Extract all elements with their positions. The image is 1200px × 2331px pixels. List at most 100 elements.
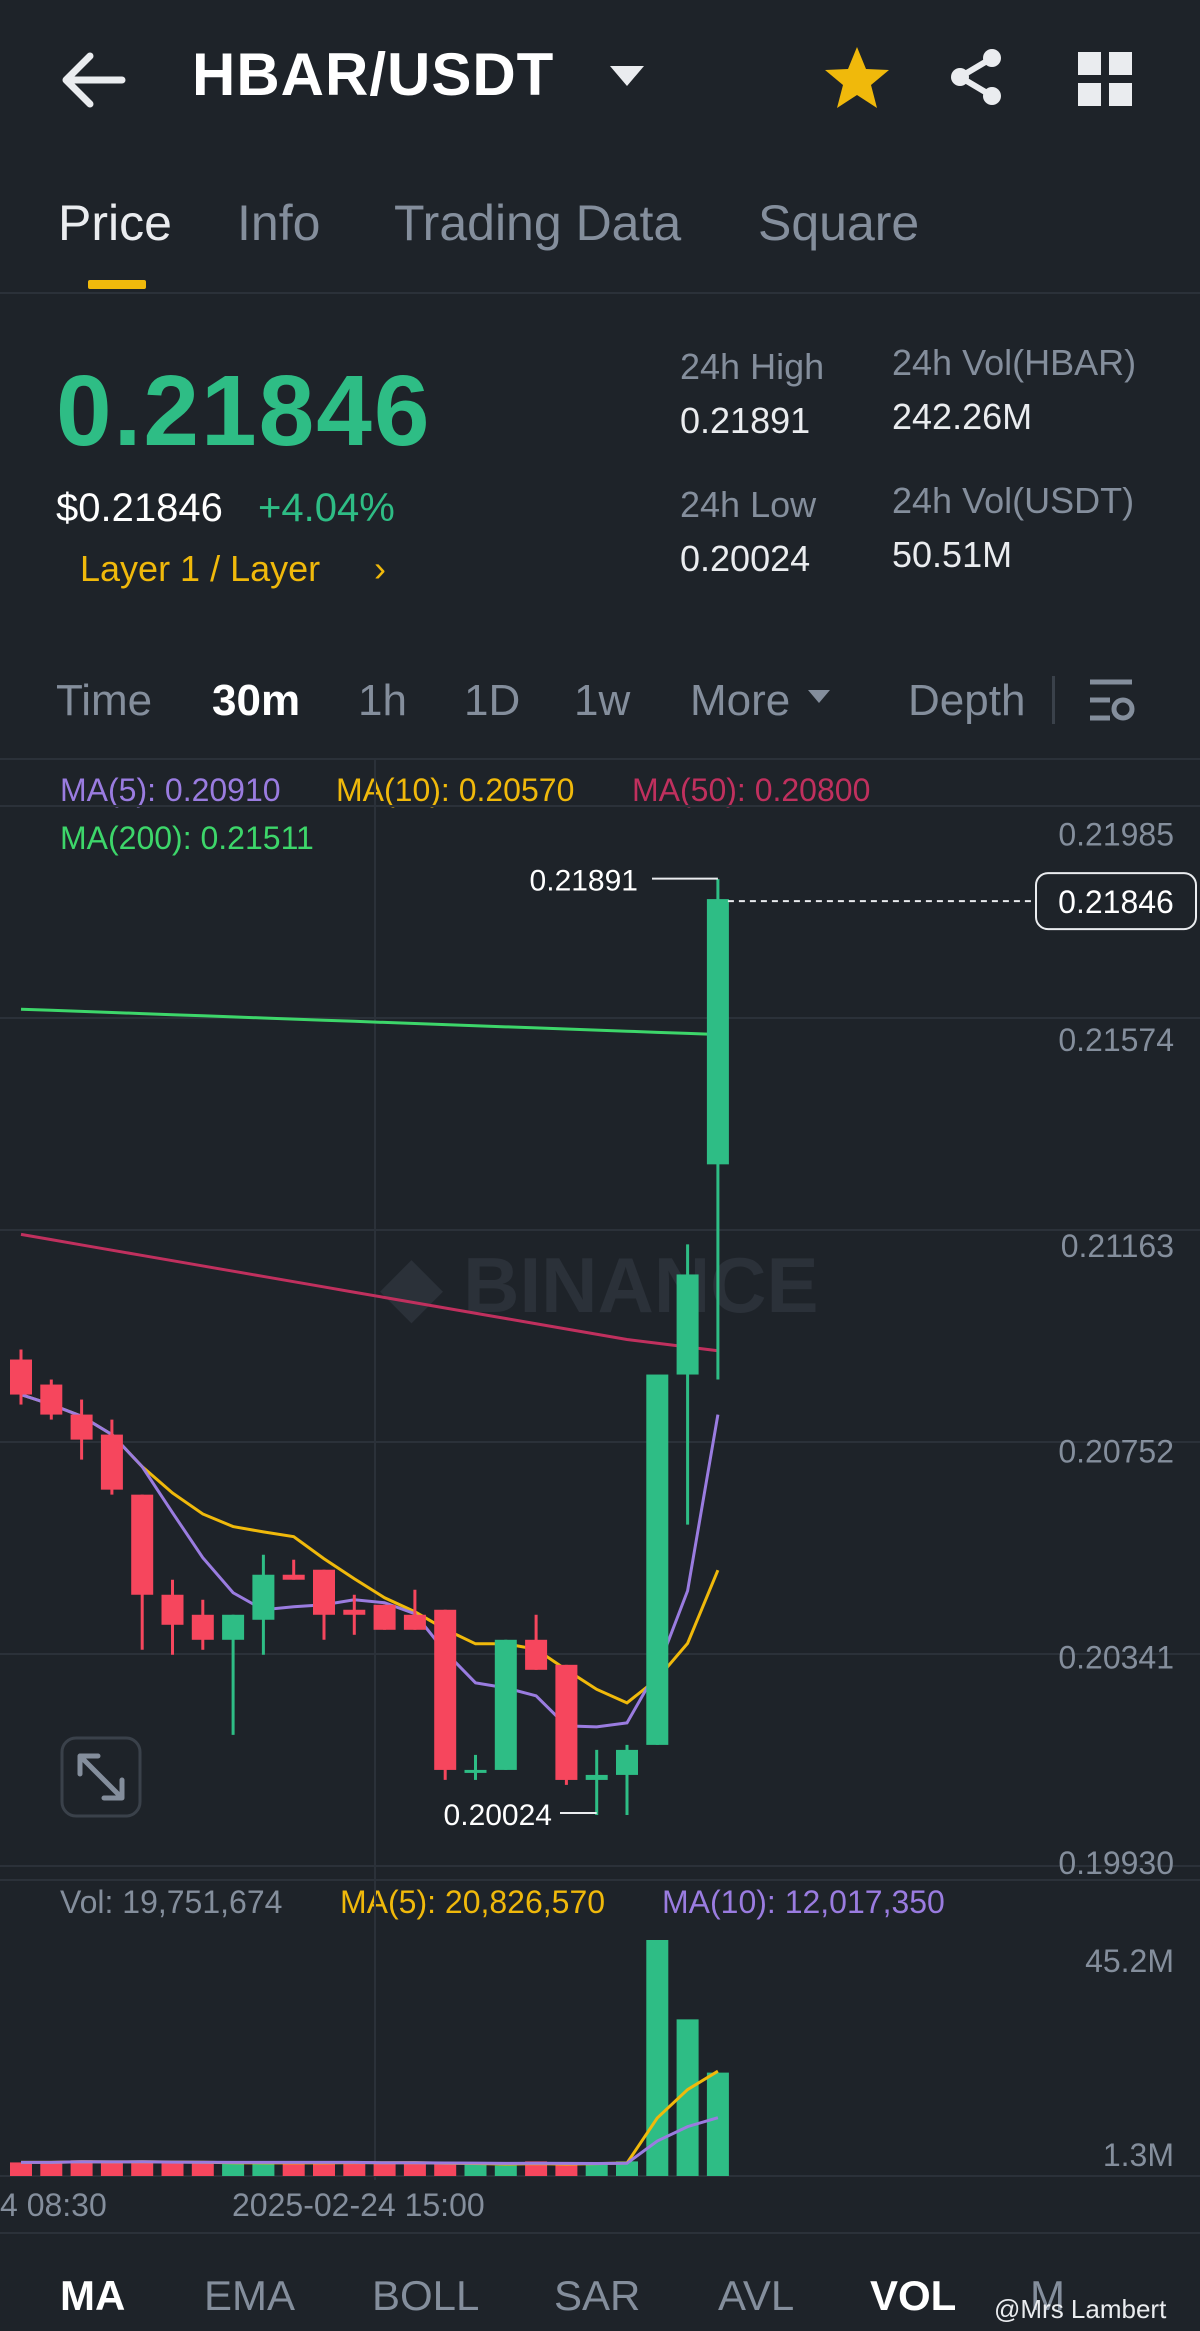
active-tab-indicator (88, 280, 146, 289)
volume-bar (100, 2162, 123, 2176)
back-arrow-icon[interactable] (60, 50, 130, 110)
volume-ma5-line (21, 2069, 719, 2166)
tab-square[interactable]: Square (758, 194, 919, 252)
stat-vol-quote-value: 50.51M (892, 534, 1013, 575)
volume-axis-label: 45.2M (1085, 1943, 1174, 1979)
share-icon[interactable] (946, 46, 1006, 108)
ma5-line (20, 1393, 720, 1729)
indicator-ema[interactable]: EMA (204, 2272, 295, 2320)
candle-body (100, 1434, 123, 1490)
volume-bar (252, 2162, 275, 2176)
stat-vol-base-value: 242.26M (892, 396, 1033, 437)
stat-high-value: 0.21891 (680, 400, 811, 441)
ma10-line (20, 1393, 720, 1705)
timeframe-more[interactable]: More (690, 676, 790, 726)
category-tag-link[interactable]: Layer 1 / Layer (80, 548, 320, 590)
indicator-sar[interactable]: SAR (554, 2272, 640, 2320)
volume-bar (464, 2164, 487, 2176)
candle-body (555, 1664, 578, 1780)
price-change-percent: +4.04% (258, 486, 395, 530)
pair-title[interactable]: HBAR/USDT (192, 40, 554, 109)
candle-body (373, 1604, 396, 1630)
stat-vol-base-label: 24h Vol(HBAR) (892, 342, 1137, 383)
toolbar-divider (1052, 676, 1055, 724)
timeframe-time[interactable]: Time (56, 676, 152, 726)
indicator-boll[interactable]: BOLL (372, 2272, 479, 2320)
candle-body (70, 1414, 93, 1440)
credit-watermark: @Mrs Lambert (994, 2294, 1167, 2324)
candle-body (222, 1614, 245, 1640)
candle-body (646, 1374, 669, 1745)
volume-bar (555, 2164, 578, 2176)
pair-dropdown-caret-icon[interactable] (610, 66, 644, 86)
candle-body (403, 1614, 426, 1630)
candle-body (676, 1274, 699, 1375)
candle-body (585, 1774, 608, 1780)
stat-low-label: 24h Low (680, 484, 817, 525)
binance-watermark: ◆ BINANCE (380, 1241, 819, 1329)
volume-bar (161, 2163, 184, 2176)
candle-body (282, 1574, 305, 1580)
candle-body (252, 1574, 275, 1620)
chevron-right-icon[interactable]: › (374, 548, 386, 590)
candle-body (706, 899, 729, 1165)
depth-tab[interactable]: Depth (908, 676, 1025, 726)
volume-bar (343, 2162, 366, 2176)
stat-vol-quote-label: 24h Vol(USDT) (892, 480, 1135, 521)
candle-body (494, 1639, 517, 1770)
high-marker-label: 0.21891 (530, 865, 638, 898)
y-tick-label: 0.21163 (1061, 1228, 1174, 1264)
candlestick-chart[interactable]: ◆ BINANCE 0.21985 0.21574 0.21163 0.20752 0.2… (0, 760, 1200, 2220)
candle-body (464, 1769, 487, 1773)
timeframe-1d[interactable]: 1D (464, 676, 520, 726)
indicator-avl[interactable]: AVL (718, 2272, 794, 2320)
volume-bar (373, 2163, 396, 2176)
favorite-star-icon[interactable] (822, 44, 892, 114)
grid-menu-icon[interactable] (1078, 52, 1132, 106)
candle-body (161, 1594, 184, 1625)
candle-body (434, 1609, 457, 1770)
volume-bar (131, 2161, 154, 2176)
timeframe-1w[interactable]: 1w (574, 676, 630, 726)
volume-bar (191, 2163, 214, 2176)
volume-ma10-line (21, 2116, 719, 2165)
x-tick-label: 2025-02-24 15:00 (232, 2187, 485, 2220)
candle-body (343, 1609, 366, 1615)
last-price-label: 0.21846 (1058, 884, 1174, 920)
low-marker-label: 0.20024 (444, 1799, 552, 1832)
stat-low-value: 0.20024 (680, 538, 811, 579)
chart-settings-icon[interactable] (1086, 676, 1136, 726)
top-app-bar: HBAR/USDT (0, 0, 1200, 170)
last-price: 0.21846 (56, 355, 432, 467)
tab-trading-data[interactable]: Trading Data (394, 194, 681, 252)
ma200-line (20, 1007, 718, 1037)
stat-high-label: 24h High (680, 346, 825, 387)
timeframe-1h[interactable]: 1h (358, 676, 407, 726)
indicator-vol[interactable]: VOL (870, 2272, 956, 2320)
tab-price[interactable]: Price (58, 194, 172, 252)
volume-axis-label: 1.3M (1103, 2137, 1174, 2173)
volume-bar (222, 2162, 245, 2176)
candle-body (131, 1494, 154, 1595)
candle-body (10, 1359, 32, 1395)
more-caret-icon[interactable] (808, 690, 830, 703)
candle-body (313, 1569, 335, 1615)
candle-body (191, 1614, 214, 1640)
y-tick-label: 0.20752 (1058, 1434, 1174, 1470)
candle-body (616, 1749, 638, 1775)
volume-bar (706, 2072, 729, 2176)
indicator-ma[interactable]: MA (60, 2272, 125, 2320)
volume-bar (403, 2162, 426, 2176)
y-tick-label: 0.19930 (1058, 1845, 1174, 1881)
timeframe-30m[interactable]: 30m (212, 676, 300, 726)
y-tick-label: 0.20341 (1058, 1639, 1174, 1675)
volume-bar (434, 2164, 457, 2176)
candle-body (40, 1384, 63, 1415)
volume-bar (40, 2162, 63, 2176)
tab-info[interactable]: Info (237, 194, 320, 252)
volume-bar (313, 2163, 335, 2176)
candle-body (525, 1639, 548, 1670)
x-tick-label: 4 08:30 (0, 2187, 107, 2220)
volume-bar (494, 2165, 517, 2176)
expand-icon[interactable] (77, 1753, 125, 1801)
